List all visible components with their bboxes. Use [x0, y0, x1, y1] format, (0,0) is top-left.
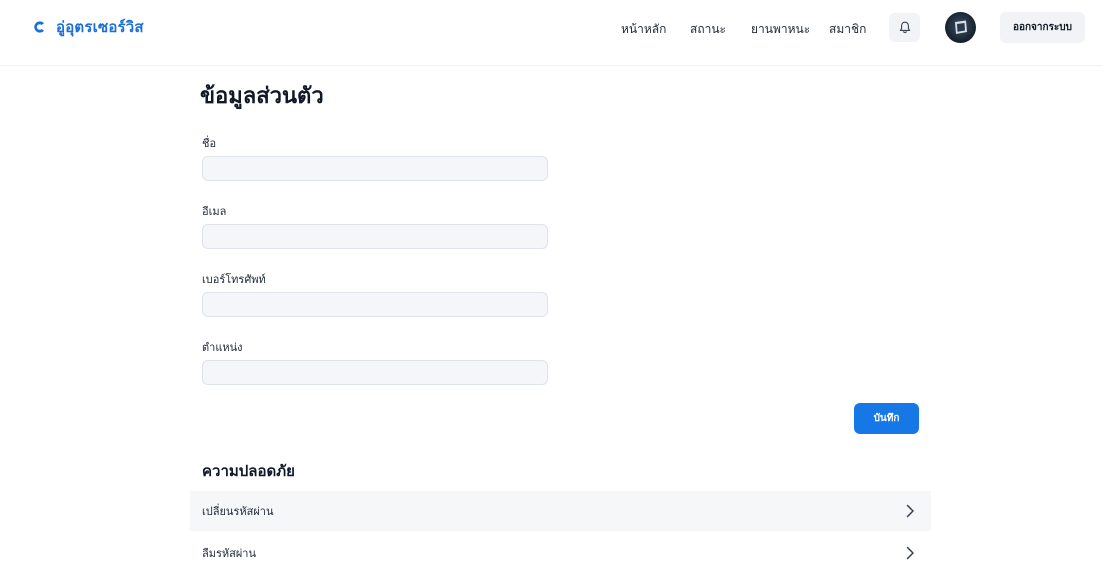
- nav-members[interactable]: สมาชิก: [829, 20, 866, 39]
- brand-link[interactable]: อู่อุตรเซอร์วิส: [32, 16, 144, 38]
- phone-input[interactable]: [202, 292, 548, 317]
- page-title: ข้อมูลส่วนตัว: [200, 84, 324, 109]
- notifications-button[interactable]: [889, 13, 920, 42]
- brand-logo-icon: [34, 21, 44, 33]
- nav-vehicles[interactable]: ยานพาหนะ: [751, 20, 810, 39]
- change-password-label: เปลี่ยนรหัสผ่าน: [202, 505, 274, 518]
- top-bar: อู่อุตรเซอร์วิส หน้าหลัก สถานะ ยานพาหนะ …: [0, 0, 1102, 66]
- logout-button[interactable]: ออกจากระบบ: [1000, 12, 1085, 43]
- avatar-image: [955, 20, 967, 34]
- chevron-right-icon: [906, 504, 914, 518]
- position-input[interactable]: [202, 360, 548, 385]
- security-title: ความปลอดภัย: [202, 462, 295, 480]
- nav-status[interactable]: สถานะ: [690, 20, 726, 39]
- position-label: ตำแหน่ง: [202, 341, 243, 354]
- bell-icon: [899, 21, 910, 34]
- save-button[interactable]: บันทึก: [854, 403, 919, 434]
- forgot-password-label: ลืมรหัสผ่าน: [202, 547, 257, 560]
- brand-name: อู่อุตรเซอร์วิส: [56, 18, 144, 36]
- change-password-row[interactable]: เปลี่ยนรหัสผ่าน: [190, 491, 931, 531]
- forgot-password-row[interactable]: ลืมรหัสผ่าน: [190, 533, 931, 573]
- name-label: ชื่อ: [202, 137, 217, 150]
- avatar[interactable]: [945, 12, 976, 43]
- email-label: อีเมล: [202, 205, 227, 218]
- email-input[interactable]: [202, 224, 548, 249]
- name-input[interactable]: [202, 156, 548, 181]
- nav-home[interactable]: หน้าหลัก: [621, 20, 666, 39]
- chevron-right-icon: [906, 546, 914, 560]
- phone-label: เบอร์โทรศัพท์: [202, 273, 266, 286]
